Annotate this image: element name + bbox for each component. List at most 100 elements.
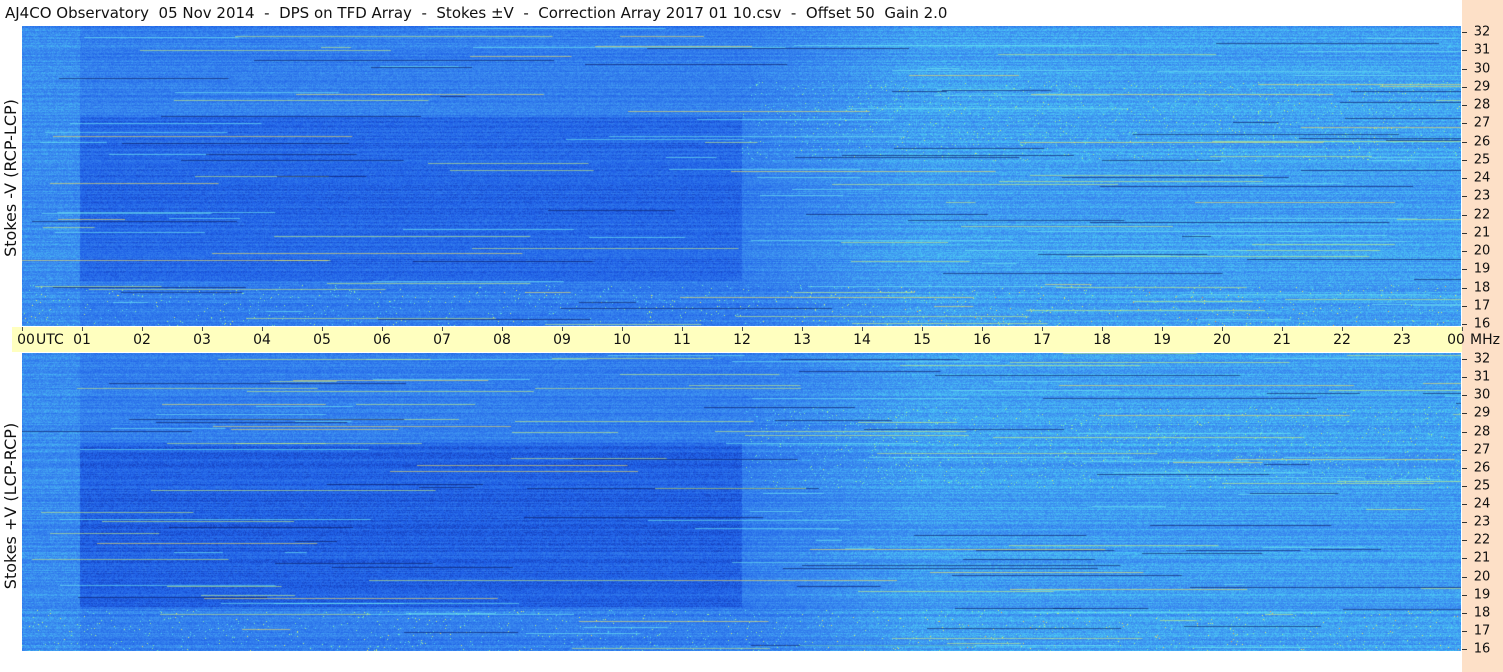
mhz-tick-label: 19 (1473, 261, 1491, 277)
mhz-tick-mark (1462, 105, 1467, 106)
utc-tick-mark (322, 327, 323, 331)
mhz-tick-label: 23 (1473, 514, 1491, 530)
mhz-tick-mark (1462, 395, 1467, 397)
mhz-tick-label: 25 (1473, 152, 1491, 168)
utc-tick-mark (1042, 327, 1043, 331)
mhz-tick-label: 29 (1473, 79, 1491, 95)
utc-unit-label: UTC (36, 332, 64, 348)
utc-tick-label: 08 (493, 332, 511, 348)
mhz-tick-label: 17 (1473, 623, 1491, 639)
utc-tick-label: 22 (1333, 332, 1351, 348)
utc-tick-label: 10 (613, 332, 631, 348)
mhz-tick-mark (1462, 594, 1467, 596)
mhz-tick-label: 31 (1473, 42, 1491, 58)
mhz-unit-label: MHz (1470, 332, 1500, 348)
utc-tick-mark (802, 327, 803, 331)
utc-tick-mark (82, 327, 83, 331)
utc-tick-mark (622, 327, 623, 331)
utc-tick-mark (982, 327, 983, 331)
utc-tick-label: 07 (433, 332, 451, 348)
utc-tick-mark (1402, 327, 1403, 331)
mhz-tick-label: 27 (1473, 442, 1491, 458)
utc-tick-mark (262, 327, 263, 331)
mhz-tick-mark (1462, 630, 1467, 632)
mhz-tick-label: 19 (1473, 587, 1491, 603)
utc-tick-mark (442, 327, 443, 331)
utc-tick-mark (382, 327, 383, 331)
mhz-tick-label: 25 (1473, 478, 1491, 494)
mhz-tick-label: 20 (1473, 243, 1491, 259)
mhz-tick-mark (1462, 377, 1467, 379)
mhz-tick-mark (1462, 196, 1467, 198)
utc-tick-label: 03 (193, 332, 211, 348)
mhz-tick-mark (1462, 522, 1467, 524)
mhz-tick-mark (1462, 269, 1467, 271)
mhz-tick-label: 18 (1473, 280, 1491, 295)
utc-tick-mark (1162, 327, 1163, 331)
utc-tick-mark (1282, 327, 1283, 331)
utc-tick-label: 02 (133, 332, 151, 348)
utc-tick-label: 09 (553, 332, 571, 348)
mhz-tick-label: 24 (1473, 496, 1491, 512)
utc-tick-mark (1222, 327, 1223, 331)
mhz-tick-mark (1462, 251, 1467, 252)
mhz-tick-mark (1462, 50, 1467, 52)
mhz-tick-mark (1462, 178, 1467, 179)
mhz-tick-label: 24 (1473, 170, 1491, 186)
utc-tick-label: 20 (1213, 332, 1231, 348)
mhz-tick-label: 17 (1473, 298, 1491, 314)
utc-tick-mark (862, 327, 863, 331)
mhz-tick-label: 16 (1473, 316, 1491, 332)
mhz-tick-mark (1462, 467, 1467, 469)
mhz-tick-mark (1462, 612, 1467, 614)
mhz-tick-label: 30 (1473, 387, 1491, 403)
chart-title: AJ4CO Observatory 05 Nov 2014 - DPS on T… (5, 4, 948, 22)
mhz-tick-mark (1462, 287, 1467, 289)
utc-tick-label: 05 (313, 332, 331, 348)
utc-tick-label: 17 (1033, 332, 1051, 348)
mhz-tick-mark (1462, 504, 1467, 505)
mhz-tick-label: 23 (1473, 188, 1491, 204)
mhz-tick-label: 27 (1473, 115, 1491, 131)
mhz-tick-label: 22 (1473, 532, 1491, 548)
top-spectrogram-heatmap (22, 26, 1461, 326)
mhz-tick-label: 32 (1473, 24, 1491, 40)
utc-tick-label: 21 (1273, 332, 1291, 348)
utc-tick-label: 06 (373, 332, 391, 348)
utc-tick-label: 00 (1447, 332, 1465, 348)
utc-tick-mark (562, 327, 563, 331)
mhz-tick-label: 20 (1473, 569, 1491, 584)
mhz-tick-label: 30 (1473, 61, 1491, 76)
mhz-tick-mark (1462, 359, 1467, 360)
mhz-tick-label: 28 (1473, 97, 1491, 113)
bottom-spectrogram-heatmap (22, 353, 1461, 651)
mhz-tick-mark (1462, 324, 1467, 325)
mhz-tick-mark (1462, 68, 1467, 70)
utc-tick-label: 19 (1153, 332, 1171, 348)
mhz-tick-mark (1462, 576, 1467, 578)
mhz-tick-label: 16 (1473, 641, 1491, 657)
mhz-tick-mark (1462, 649, 1467, 650)
utc-tick-mark (1462, 327, 1463, 331)
mhz-tick-label: 28 (1473, 424, 1491, 439)
utc-tick-label: 18 (1093, 332, 1111, 348)
utc-tick-label: 15 (913, 332, 931, 348)
utc-tick-mark (922, 327, 923, 331)
mhz-tick-mark (1462, 305, 1467, 307)
mhz-tick-mark (1462, 232, 1467, 234)
mhz-tick-label: 21 (1473, 550, 1491, 566)
utc-tick-mark (202, 327, 203, 331)
utc-tick-mark (142, 327, 143, 331)
mhz-tick-label: 26 (1473, 460, 1491, 476)
utc-tick-label: 04 (253, 332, 271, 348)
mhz-tick-mark (1462, 141, 1467, 143)
mhz-tick-mark (1462, 485, 1467, 487)
utc-tick-label: 13 (793, 332, 811, 348)
mhz-tick-label: 26 (1473, 134, 1491, 149)
utc-tick-label: 11 (673, 332, 691, 348)
mhz-tick-label: 32 (1473, 351, 1491, 367)
mhz-tick-mark (1462, 431, 1467, 433)
mhz-tick-mark (1462, 159, 1467, 161)
mhz-tick-mark (1462, 32, 1467, 33)
utc-tick-mark (742, 327, 743, 331)
